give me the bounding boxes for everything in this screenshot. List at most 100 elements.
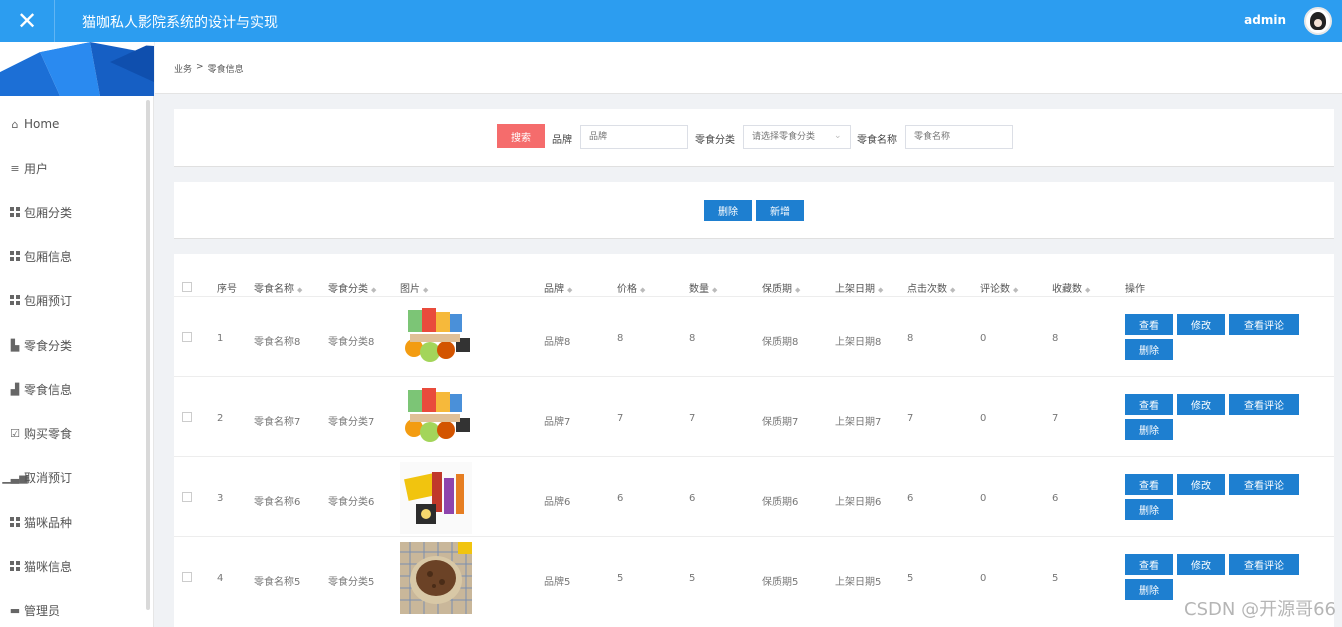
row-checkbox[interactable] — [182, 492, 192, 502]
edit-button[interactable]: 修改 — [1177, 394, 1225, 415]
delete-button[interactable]: 删除 — [1125, 499, 1173, 520]
sidebar-item-home[interactable]: ⌂ Home — [0, 102, 146, 146]
sort-icon: ◆ — [423, 286, 429, 294]
delete-button[interactable]: 删除 — [1125, 579, 1173, 600]
edit-button[interactable]: 修改 — [1177, 314, 1225, 335]
brand-label: 品牌 — [552, 135, 572, 146]
column-header[interactable]: 点击次数 ◆ — [907, 280, 955, 295]
sidebar-item-label: 购买零食 — [24, 426, 73, 441]
search-button[interactable]: 搜索 — [497, 124, 545, 148]
cell-quantity: 8 — [689, 333, 696, 344]
column-header[interactable]: 品牌 ◆ — [544, 280, 572, 295]
cell-index: 4 — [217, 573, 224, 584]
edit-button[interactable]: 修改 — [1177, 474, 1225, 495]
view-comments-button[interactable]: 查看评论 — [1229, 394, 1299, 415]
edit-button[interactable]: 修改 — [1177, 554, 1225, 575]
top-header: ✕ 猫咖私人影院系统的设计与实现 admin — [0, 0, 1342, 42]
bar-chart-icon: ▙ — [10, 338, 20, 352]
view-button[interactable]: 查看 — [1125, 314, 1173, 335]
view-comments-button[interactable]: 查看评论 — [1229, 554, 1299, 575]
column-header[interactable]: 收藏数 ◆ — [1052, 280, 1090, 295]
sidebar-item-snack-info[interactable]: ▟ 零食信息 — [0, 367, 146, 411]
sidebar-item-room-info[interactable]: 包厢信息 — [0, 234, 146, 278]
column-header[interactable]: 上架日期 ◆ — [835, 280, 883, 295]
breadcrumb: 业务 > 零食信息 — [174, 62, 244, 75]
cell-price: 8 — [617, 333, 624, 344]
imported-snacks-image[interactable] — [400, 462, 472, 534]
sidebar-item-buy-snacks[interactable]: ☑ 购买零食 — [0, 411, 146, 455]
avatar[interactable] — [1304, 7, 1332, 35]
cell-category: 零食分类6 — [328, 497, 375, 508]
snack-box-image[interactable] — [400, 302, 472, 374]
snack-box-image[interactable] — [400, 382, 472, 454]
cell-favorites: 5 — [1052, 573, 1059, 584]
watermark: CSDN @开源哥66 — [1184, 599, 1336, 620]
view-button[interactable]: 查看 — [1125, 474, 1173, 495]
sort-icon: ◆ — [1085, 286, 1091, 294]
sidebar-banner — [0, 42, 154, 96]
sidebar-scrollbar[interactable] — [146, 100, 150, 610]
header-divider — [54, 0, 55, 42]
sidebar-item-room-booking[interactable]: 包厢预订 — [0, 278, 146, 322]
view-comments-button[interactable]: 查看评论 — [1229, 474, 1299, 495]
sidebar-item-cat-breed[interactable]: 猫咪品种 — [0, 500, 146, 544]
brand-input[interactable] — [580, 125, 688, 149]
cell-brand: 品牌8 — [544, 337, 571, 348]
column-header[interactable]: 零食分类 ◆ — [328, 280, 376, 295]
grid-icon — [9, 294, 21, 306]
column-header[interactable]: 保质期 ◆ — [762, 280, 800, 295]
cell-category: 零食分类5 — [328, 577, 375, 588]
cookies-image[interactable] — [400, 542, 472, 614]
cell-shelf-life: 保质期7 — [762, 417, 799, 428]
add-button[interactable]: 新增 — [756, 200, 804, 221]
delete-button[interactable]: 删除 — [1125, 339, 1173, 360]
row-checkbox[interactable] — [182, 332, 192, 342]
check-icon: ☑ — [10, 426, 20, 440]
column-header[interactable]: 零食名称 ◆ — [254, 280, 302, 295]
select-all-checkbox[interactable] — [182, 282, 192, 292]
home-icon: ⌂ — [11, 117, 19, 131]
breadcrumb-first[interactable]: 业务 — [174, 62, 192, 75]
username[interactable]: admin — [1244, 13, 1286, 27]
cell-date: 上架日期6 — [835, 497, 882, 508]
column-header[interactable]: 评论数 ◆ — [980, 280, 1018, 295]
view-button[interactable]: 查看 — [1125, 554, 1173, 575]
sort-icon: ◆ — [640, 286, 646, 294]
column-header[interactable]: 图片 ◆ — [400, 280, 428, 295]
sort-icon: ◆ — [795, 286, 801, 294]
cell-favorites: 6 — [1052, 493, 1059, 504]
chart-icon: ▁▃▅ — [2, 470, 28, 484]
sidebar-item-label: 零食分类 — [24, 338, 73, 353]
column-header[interactable]: 价格 ◆ — [617, 280, 645, 295]
bulk-delete-button[interactable]: 删除 — [704, 200, 752, 221]
monitor-icon: ▬ — [9, 603, 21, 617]
column-header[interactable]: 数量 ◆ — [689, 280, 717, 295]
grid-icon — [9, 516, 21, 528]
cell-date: 上架日期5 — [835, 577, 882, 588]
sidebar-item-snack-category[interactable]: ▙ 零食分类 — [0, 323, 146, 367]
sidebar-item-label: 取消预订 — [24, 470, 73, 485]
action-panel: 删除 新增 — [174, 182, 1334, 239]
view-button[interactable]: 查看 — [1125, 394, 1173, 415]
row-checkbox[interactable] — [182, 412, 192, 422]
sidebar-item-label: 零食信息 — [24, 382, 73, 397]
delete-button[interactable]: 删除 — [1125, 419, 1173, 440]
cell-shelf-life: 保质期8 — [762, 337, 799, 348]
sidebar-item-users[interactable]: ≡ 用户 — [0, 146, 146, 190]
cell-comments: 0 — [980, 413, 987, 424]
view-comments-button[interactable]: 查看评论 — [1229, 314, 1299, 335]
sidebar-item-room-category[interactable]: 包厢分类 — [0, 190, 146, 234]
sidebar-item-label: 猫咪品种 — [24, 515, 73, 530]
sidebar-item-label: 包厢分类 — [24, 205, 73, 220]
cell-shelf-life: 保质期5 — [762, 577, 799, 588]
close-icon[interactable]: ✕ — [12, 6, 42, 36]
sidebar-item-cancel-booking[interactable]: ▁▃▅ 取消预订 — [0, 455, 146, 499]
cell-date: 上架日期7 — [835, 417, 882, 428]
breadcrumb-current: 零食信息 — [207, 65, 244, 75]
grid-icon — [9, 206, 21, 218]
sidebar-item-admin[interactable]: ▬ 管理员 — [0, 588, 146, 627]
row-checkbox[interactable] — [182, 572, 192, 582]
sidebar-item-label: 猫咪信息 — [24, 559, 73, 574]
sidebar-item-cat-info[interactable]: 猫咪信息 — [0, 544, 146, 588]
name-input[interactable] — [905, 125, 1013, 149]
